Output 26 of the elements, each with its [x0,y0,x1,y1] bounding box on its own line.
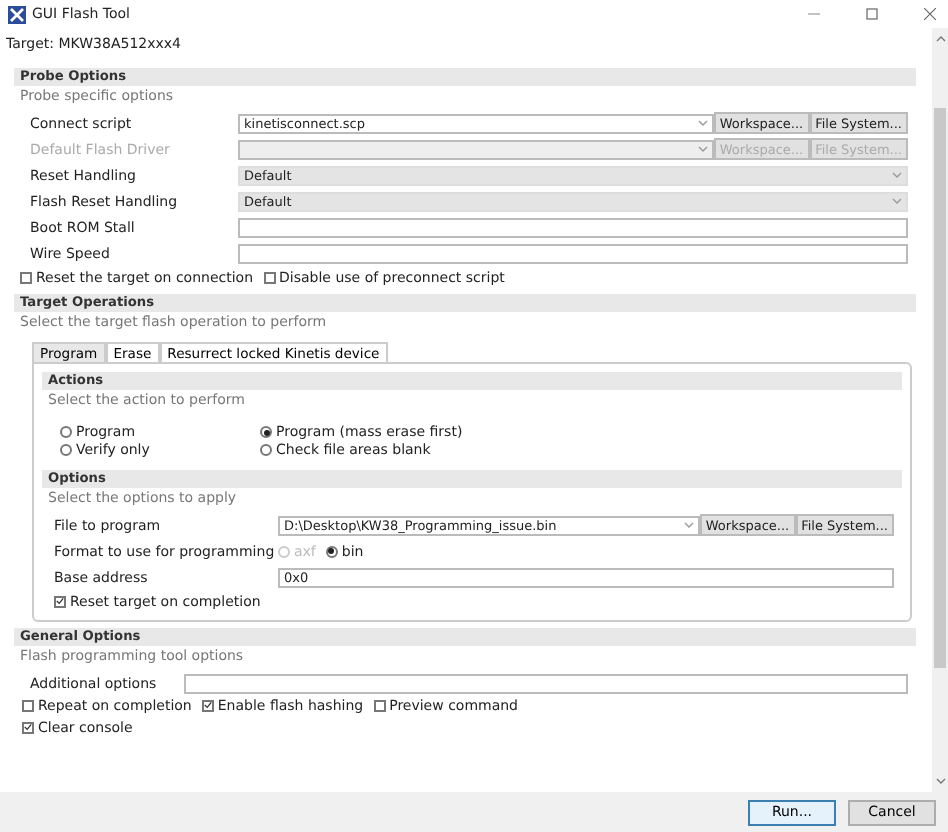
radio-button[interactable] [260,444,272,456]
scroll-up-icon[interactable] [935,36,945,42]
dropdown-caret-icon [683,522,694,528]
checkbox[interactable] [263,271,276,283]
radio-button[interactable] [60,426,72,438]
checkbox[interactable] [373,699,386,711]
checkbox[interactable] [201,699,214,711]
checkbox[interactable] [22,699,34,711]
radio-button[interactable] [325,545,338,557]
dropdown-caret-icon [892,198,902,204]
checkbox[interactable] [54,595,66,607]
scrollbar-thumb[interactable] [934,108,946,668]
radio-button[interactable] [260,426,272,438]
app-logo-icon [8,5,26,23]
maximize-icon[interactable] [866,8,878,20]
checkbox[interactable] [20,271,32,283]
text-field[interactable] [184,673,908,693]
close-icon[interactable] [924,8,936,20]
checkbox[interactable] [22,721,34,733]
dropdown-caret-icon [697,120,708,126]
dropdown-caret-icon [697,146,708,152]
text-field[interactable] [238,243,908,263]
dropdown-caret-icon [892,172,902,178]
radio-button[interactable] [60,444,72,456]
scroll-down-icon[interactable] [935,778,945,784]
text-field[interactable] [238,217,908,237]
